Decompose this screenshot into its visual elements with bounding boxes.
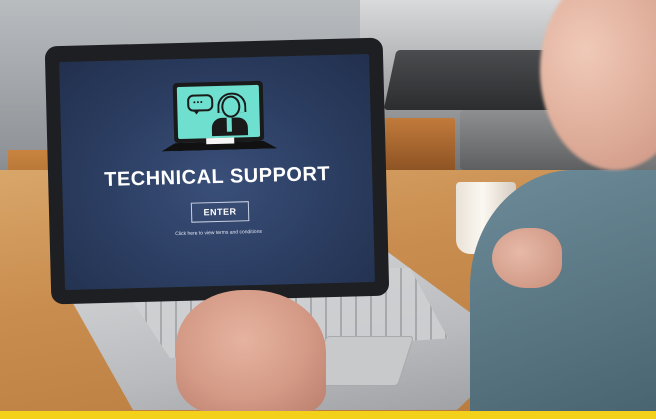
terms-link[interactable]: Click here to view terms and conditions (64, 226, 374, 240)
laptop-lid: ••• TECHNICAL SUPPORT ENTER Click here t… (44, 37, 390, 305)
person-shoulder (470, 170, 656, 411)
kitchen-cabinet (385, 118, 455, 173)
left-hand (176, 290, 326, 411)
enter-button[interactable]: ENTER (190, 201, 250, 223)
photo-scene: ••• TECHNICAL SUPPORT ENTER Click here t… (0, 0, 656, 411)
speech-bubble-icon: ••• (186, 94, 214, 112)
laptop-screen: ••• TECHNICAL SUPPORT ENTER Click here t… (59, 53, 375, 291)
agent-tie (226, 117, 232, 132)
support-agent-monitor-icon: ••• (172, 80, 265, 144)
right-hand (492, 228, 562, 288)
bottom-accent-strip (0, 411, 656, 419)
monitor-screen: ••• (176, 84, 261, 140)
screen-headline: TECHNICAL SUPPORT (103, 163, 331, 191)
headset-agent-icon (221, 95, 241, 118)
speech-dots: ••• (193, 99, 204, 107)
monitor-stand-tab (206, 137, 235, 145)
